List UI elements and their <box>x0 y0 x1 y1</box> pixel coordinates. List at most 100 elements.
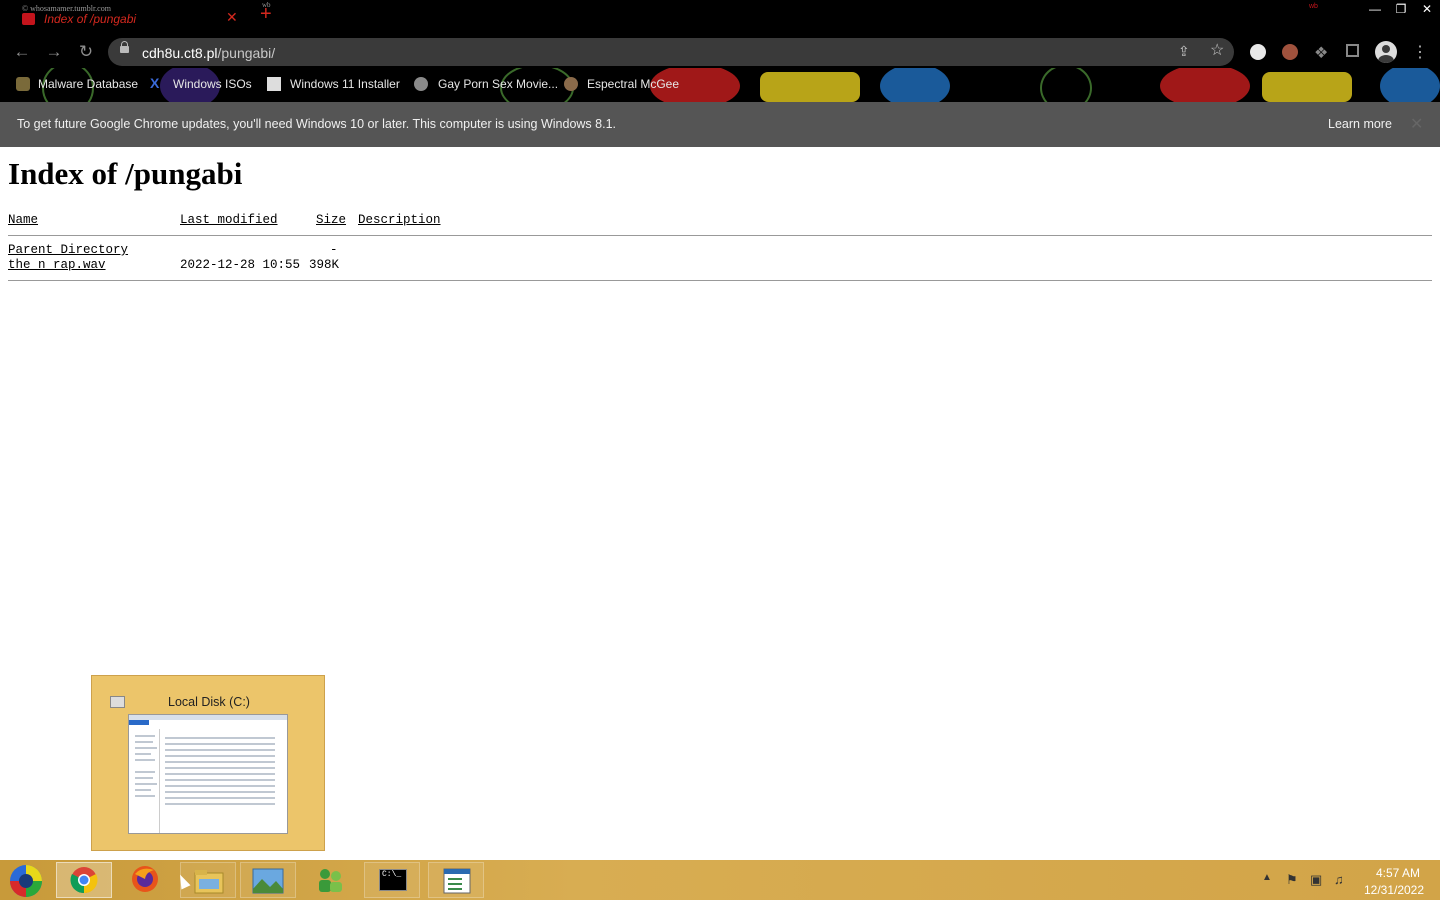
page-heading: Index of /pungabi <box>8 156 243 191</box>
url-host: cdh8u.ct8.pl <box>142 45 218 61</box>
bookmarks-bar: Malware Database X Windows ISOs Windows … <box>0 68 1440 102</box>
column-name-link[interactable]: Name <box>8 213 38 227</box>
taskbar: C:\_ <box>0 860 1440 900</box>
table-row: the_n_rap.wav 2022-12-28 10:55 398K <box>0 258 460 274</box>
preview-line <box>135 759 155 761</box>
theme-decoration <box>760 72 860 102</box>
bookmark-windows-11-installer[interactable]: Windows 11 Installer <box>290 77 400 91</box>
extension-icon[interactable] <box>1282 44 1298 60</box>
thumbnail-title: Local Disk (C:) <box>168 695 250 709</box>
side-panel-icon[interactable] <box>1346 44 1359 57</box>
url-text[interactable]: cdh8u.ct8.pl/pungabi/ <box>142 45 275 61</box>
theme-decoration <box>880 68 950 102</box>
menu-kebab-icon[interactable]: ⋮ <box>1412 42 1428 62</box>
divider <box>8 235 1432 236</box>
preview-line <box>165 803 275 805</box>
network-icon[interactable]: ▣ <box>1310 873 1324 887</box>
share-icon[interactable]: ⇪ <box>1178 44 1192 58</box>
chrome-icon <box>70 867 98 894</box>
preview-line <box>135 735 155 737</box>
preview-line <box>165 737 275 739</box>
parent-directory-link[interactable]: Parent Directory <box>8 243 128 257</box>
browser-toolbar: ← → ↻ cdh8u.ct8.pl/pungabi/ ⇪ ☆ ❖ ⋮ <box>0 36 1440 68</box>
show-hidden-icons-icon[interactable]: ▲ <box>1262 872 1272 883</box>
preview-line <box>165 797 275 799</box>
url-path: /pungabi/ <box>217 45 276 61</box>
preview-line <box>135 741 153 743</box>
tab-close-icon[interactable]: ✕ <box>226 9 238 26</box>
column-size-link[interactable]: Size <box>316 213 346 227</box>
divider <box>8 280 1432 281</box>
extension-icon[interactable] <box>1250 44 1266 60</box>
infobar-message: To get future Google Chrome updates, you… <box>17 117 616 131</box>
users-icon <box>319 869 342 892</box>
x-logo-icon: X <box>150 75 160 91</box>
profile-avatar[interactable] <box>1375 41 1397 63</box>
preview-line <box>165 755 275 757</box>
theme-decoration <box>1262 72 1352 102</box>
start-icon <box>10 865 42 897</box>
drive-icon <box>110 696 125 708</box>
bookmark-malware-database[interactable]: Malware Database <box>38 77 138 91</box>
preview-line <box>165 743 275 745</box>
taskbar-thumbnail-popup[interactable]: Local Disk (C:) <box>91 675 325 851</box>
row-modified: 2022-12-28 10:55 <box>180 258 301 272</box>
taskbar-firefox-button[interactable] <box>118 862 174 898</box>
taskbar-chrome-button[interactable] <box>56 862 112 898</box>
new-tab-button[interactable]: + <box>260 3 272 26</box>
forward-button[interactable]: → <box>42 40 66 64</box>
preview-file-tab <box>129 720 149 725</box>
figure-icon <box>414 77 428 91</box>
column-headers: Name Last modified Size Description <box>0 213 460 229</box>
bookmark-star-icon[interactable]: ☆ <box>1210 43 1226 59</box>
taskbar-photos-button[interactable] <box>240 862 296 898</box>
bookmark-espectral-mcgee[interactable]: Espectral McGee <box>587 77 679 91</box>
infobar-close-icon[interactable]: ✕ <box>1410 114 1423 134</box>
document-icon <box>267 77 281 91</box>
restore-button[interactable]: ❐ <box>1388 0 1414 18</box>
file-link[interactable]: the_n_rap.wav <box>8 258 106 272</box>
column-description-link[interactable]: Description <box>358 213 441 227</box>
lock-icon[interactable] <box>120 41 129 53</box>
preview-line <box>135 783 157 785</box>
firefox-icon <box>132 866 158 892</box>
figure-icon <box>564 77 578 91</box>
figure-icon <box>16 77 30 91</box>
taskbar-notepad-button[interactable] <box>428 862 484 898</box>
window-controls: — ❐ ✕ <box>1362 0 1440 18</box>
back-button[interactable]: ← <box>10 40 34 64</box>
browser-tab[interactable]: © whosamamer.tumblr.com Index of /pungab… <box>12 3 244 33</box>
clock-time[interactable]: 4:57 AM <box>1370 866 1426 880</box>
update-infobar: To get future Google Chrome updates, you… <box>0 102 1440 147</box>
extensions-puzzle-icon[interactable]: ❖ <box>1314 43 1328 63</box>
taskbar-control-panel-button[interactable] <box>302 862 358 898</box>
preview-line <box>165 773 275 775</box>
preview-line <box>165 749 275 751</box>
column-last-modified-link[interactable]: Last modified <box>180 213 278 227</box>
taskbar-command-prompt-button[interactable]: C:\_ <box>364 862 420 898</box>
volume-icon[interactable]: ♫ <box>1334 873 1348 887</box>
window-preview[interactable] <box>128 714 288 834</box>
bookmark-windows-isos[interactable]: Windows ISOs <box>173 77 252 91</box>
notepad-icon <box>443 868 471 894</box>
row-size: 398K <box>309 258 340 272</box>
clock-date[interactable]: 12/31/2022 <box>1358 883 1430 897</box>
start-button[interactable] <box>0 862 56 898</box>
tab-title: Index of /pungabi <box>44 12 137 26</box>
preview-line <box>135 777 153 779</box>
preview-line <box>165 761 275 763</box>
theme-decoration <box>1380 68 1440 102</box>
bookmark-gay-porn-sex-movie[interactable]: Gay Porn Sex Movie... <box>438 77 558 91</box>
close-window-button[interactable]: ✕ <box>1414 0 1440 18</box>
address-bar[interactable]: cdh8u.ct8.pl/pungabi/ ⇪ ☆ <box>108 38 1234 66</box>
preview-line <box>165 767 275 769</box>
preview-line <box>165 779 275 781</box>
preview-line <box>135 771 155 773</box>
action-center-flag-icon[interactable]: ⚑ <box>1286 873 1300 887</box>
reload-button[interactable]: ↻ <box>74 40 98 64</box>
learn-more-button[interactable]: Learn more <box>1328 117 1392 131</box>
preview-line <box>135 747 157 749</box>
minimize-button[interactable]: — <box>1362 0 1388 18</box>
folder-icon <box>194 870 224 894</box>
preview-nav-pane <box>129 729 160 833</box>
